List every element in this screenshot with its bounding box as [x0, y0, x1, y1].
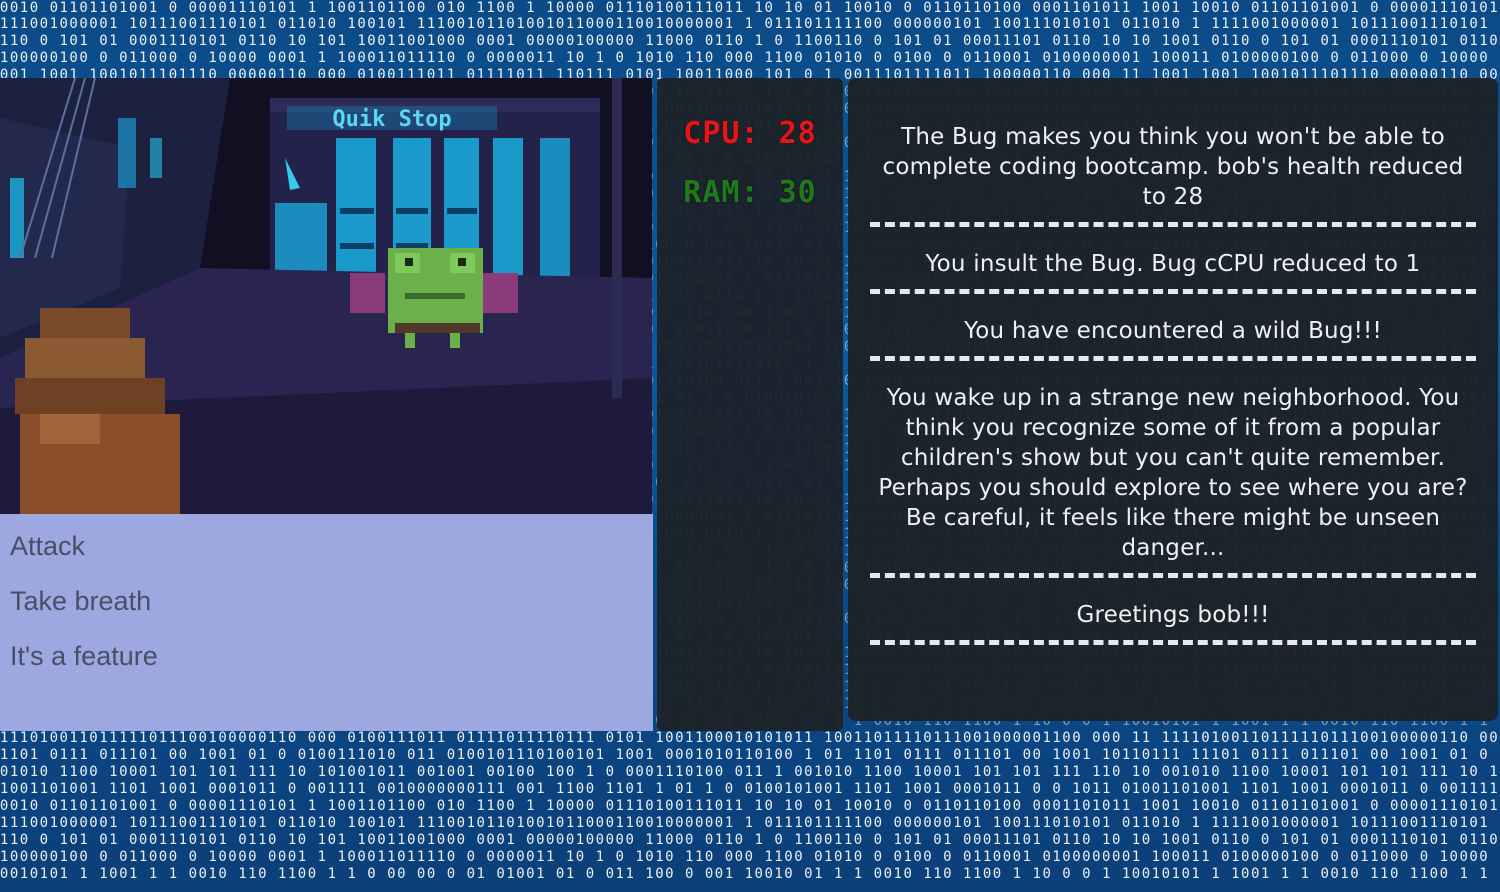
binary-row: 1111010011011111011100100000110 000 0100… [0, 730, 1500, 746]
store-sign: Quik Stop [332, 107, 451, 132]
binary-row: 10010 01101101001 0 00001110101 1 100110… [0, 0, 1500, 16]
binary-row: 001010 1100 10001 101 101 111 10 1010010… [0, 764, 1500, 780]
binary-row: 0110 0 101 01 0001110101 0110 10 101 100… [0, 33, 1500, 49]
ram-stat: RAM: 30 [683, 175, 817, 210]
stats-panel: CPU: 28 RAM: 30 [657, 78, 843, 731]
action-menu: Attack Take breath It's a feature [0, 514, 653, 731]
log-entry: You insult the Bug. Bug cCPU reduced to … [870, 249, 1476, 294]
log-entry: Greetings bob!!! [870, 600, 1476, 645]
take-breath-button[interactable]: Take breath [0, 583, 653, 638]
message-log: The Bug makes you think you won't be abl… [848, 78, 1498, 721]
its-a-feature-button[interactable]: It's a feature [0, 638, 653, 693]
cpu-stat: CPU: 28 [683, 116, 817, 151]
binary-row: 01001101001 1101 1001 0001011 0 001111 0… [0, 781, 1500, 797]
binary-row: 10010 01101101001 0 00001110101 1 100110… [0, 798, 1500, 814]
binary-row: 1111001000001 10111001110101 011010 1001… [0, 16, 1500, 32]
log-entry: You have encountered a wild Bug!!! [870, 316, 1476, 361]
binary-row: 1111001000001 10111001110101 011010 1001… [0, 815, 1500, 831]
attack-button[interactable]: Attack [0, 528, 653, 583]
binary-row: 0100000100 0 011000 0 10000 0001 1 10001… [0, 849, 1500, 865]
log-entry: The Bug makes you think you won't be abl… [870, 122, 1476, 227]
game-scene: Quik Stop [0, 78, 652, 514]
log-entry: You wake up in a strange new neighborhoo… [870, 383, 1476, 578]
binary-row: 11101 0111 011101 00 1001 01 0 010011101… [0, 747, 1500, 763]
binary-row: 0110 0 101 01 0001110101 0110 10 101 100… [0, 832, 1500, 848]
binary-row: 10010101 1 1001 1 1 0010 110 1100 1 1 0 … [0, 866, 1500, 882]
scene-illustration: Quik Stop [0, 78, 652, 514]
binary-row: 0100000100 0 011000 0 10000 0001 1 10001… [0, 50, 1500, 66]
